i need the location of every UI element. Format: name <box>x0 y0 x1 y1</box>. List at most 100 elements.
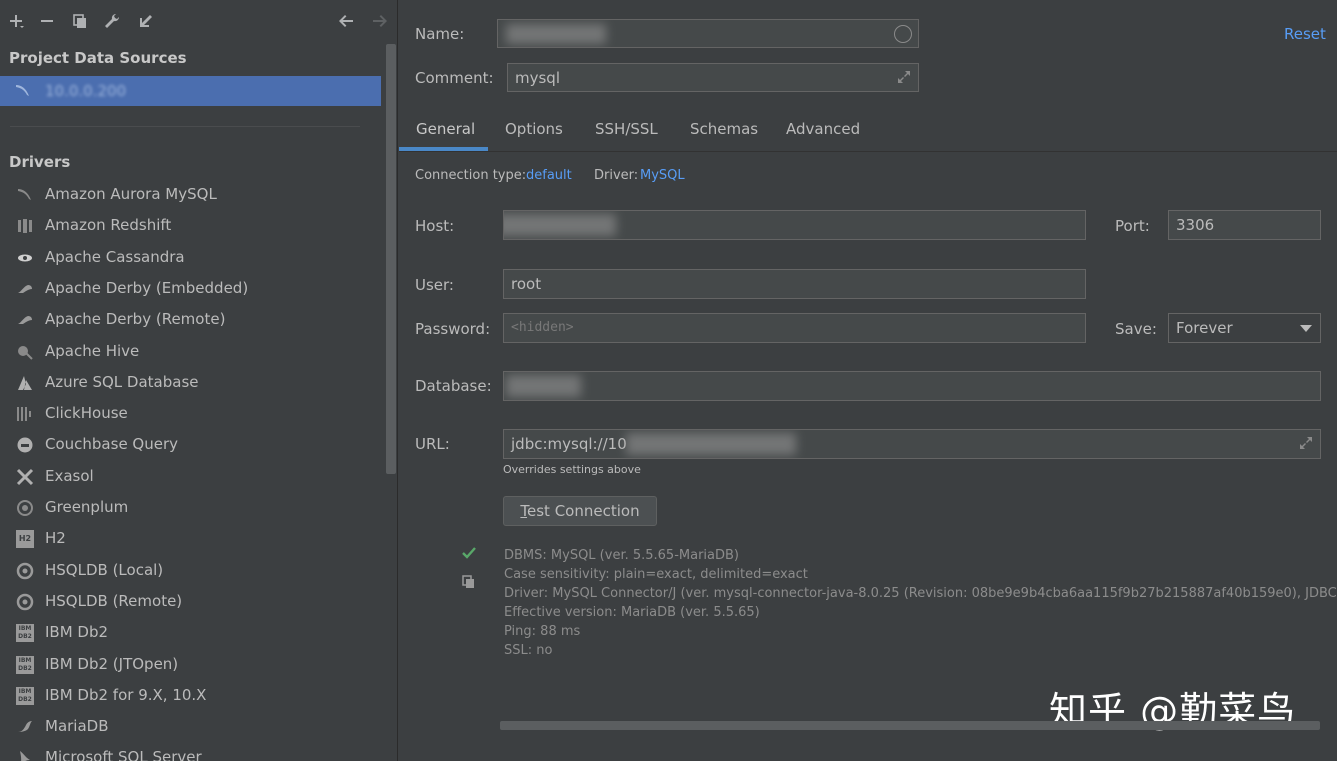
h2-icon: H2 <box>16 530 34 549</box>
driver-item[interactable]: Greenplum <box>0 493 385 524</box>
add-icon[interactable] <box>5 10 27 32</box>
tab-ssh-ssl[interactable]: SSH/SSL <box>595 120 658 138</box>
driver-label: ClickHouse <box>45 404 128 423</box>
data-source-item-selected[interactable]: 10.0.0.200 <box>0 76 381 106</box>
reset-link[interactable]: Reset <box>1284 25 1326 43</box>
expand-icon[interactable] <box>896 69 912 85</box>
horizontal-scrollbar[interactable] <box>500 721 1320 730</box>
driver-label: Couchbase Query <box>45 435 179 454</box>
back-arrow-icon[interactable] <box>335 10 357 32</box>
remove-icon[interactable] <box>36 10 58 32</box>
driver-item[interactable]: Apache Cassandra <box>0 243 385 274</box>
driver-label: Apache Cassandra <box>45 247 185 266</box>
driver-label: H2 <box>45 529 66 548</box>
eye-icon <box>16 249 34 267</box>
host-input[interactable] <box>503 210 1086 240</box>
password-input[interactable]: <hidden> <box>503 313 1086 343</box>
result-line: Driver: MySQL Connector/J (ver. mysql-co… <box>504 586 1337 601</box>
driver-label: IBM Db2 <box>45 623 109 642</box>
driver-item[interactable]: IBM DB2 IBM Db2 for 9.X, 10.X <box>0 681 385 712</box>
divider <box>10 126 360 127</box>
driver-item[interactable]: Exasol <box>0 462 385 493</box>
port-value: 3306 <box>1176 216 1215 234</box>
driver-label: Microsoft SQL Server <box>45 748 202 761</box>
user-label: User: <box>415 276 454 294</box>
driver-item[interactable]: HSQLDB (Local) <box>0 556 385 587</box>
port-input[interactable]: 3306 <box>1168 210 1321 240</box>
result-line: Effective version: MariaDB (ver. 5.5.65) <box>504 605 760 620</box>
sqlserver-icon <box>16 749 34 761</box>
driver-item[interactable]: Microsoft SQL Server <box>0 743 385 761</box>
checkmark-icon <box>461 545 477 561</box>
driver-item[interactable]: Apache Hive <box>0 337 385 368</box>
password-placeholder: <hidden> <box>511 320 574 335</box>
greenplum-icon <box>16 499 34 517</box>
test-connection-label: est Connection <box>527 502 640 520</box>
name-input[interactable] <box>497 19 919 48</box>
driver-item[interactable]: Amazon Aurora MySQL <box>0 180 385 211</box>
connection-type-link[interactable]: default <box>526 168 572 183</box>
dolphin-icon <box>14 82 32 100</box>
duplicate-icon[interactable] <box>69 10 91 32</box>
chevron-down-icon <box>1300 325 1312 332</box>
driver-item[interactable]: MariaDB <box>0 712 385 743</box>
driver-item[interactable]: H2 H2 <box>0 524 385 555</box>
ibm-icon: IBM DB2 <box>16 624 34 643</box>
url-hint: Overrides settings above <box>503 463 641 476</box>
connection-type-label: Connection type: <box>415 168 527 183</box>
driver-link[interactable]: MySQL <box>640 168 685 183</box>
user-input[interactable]: root <box>503 269 1086 299</box>
couchbase-icon <box>16 436 34 454</box>
driver-item[interactable]: ClickHouse <box>0 399 385 430</box>
forward-arrow-icon[interactable] <box>369 10 391 32</box>
vertical-scrollbar[interactable] <box>386 44 396 474</box>
derby-hat-icon <box>16 311 34 329</box>
tab-advanced[interactable]: Advanced <box>786 120 860 138</box>
data-sources-panel: Project Data Sources 10.0.0.200 Drivers … <box>0 0 398 761</box>
azure-icon <box>16 374 34 392</box>
wrench-icon[interactable] <box>101 10 123 32</box>
import-icon[interactable] <box>134 10 156 32</box>
hive-icon <box>16 343 34 361</box>
database-input[interactable] <box>503 371 1321 401</box>
driver-label: IBM Db2 (JTOpen) <box>45 654 179 673</box>
result-line: Ping: 88 ms <box>504 624 581 639</box>
hsqldb-icon <box>16 593 34 611</box>
derby-hat-icon <box>16 280 34 298</box>
hsqldb-icon <box>16 562 34 580</box>
comment-input[interactable]: mysql <box>507 63 919 92</box>
color-picker-icon[interactable] <box>894 25 912 43</box>
project-data-sources-header: Project Data Sources <box>9 49 187 67</box>
driver-item[interactable]: Couchbase Query <box>0 430 385 461</box>
driver-item[interactable]: IBM DB2 IBM Db2 <box>0 618 385 649</box>
save-select[interactable]: Forever <box>1168 313 1321 343</box>
driver-label: IBM Db2 for 9.X, 10.X <box>45 685 207 704</box>
driver-label: Greenplum <box>45 498 129 516</box>
tab-schemas[interactable]: Schemas <box>690 120 758 138</box>
driver-item[interactable]: Apache Derby (Embedded) <box>0 274 385 305</box>
copy-icon[interactable] <box>461 574 477 590</box>
driver-label: Apache Derby (Embedded) <box>45 278 249 297</box>
tab-options[interactable]: Options <box>505 120 563 138</box>
driver-item[interactable]: Amazon Redshift <box>0 211 385 242</box>
driver-label: Driver: <box>594 168 639 183</box>
redacted-database <box>506 375 581 397</box>
driver-label: HSQLDB (Remote) <box>45 591 183 610</box>
test-connection-button[interactable]: Test Connection <box>503 496 657 526</box>
driver-item[interactable]: Apache Derby (Remote) <box>0 305 385 336</box>
driver-label: Exasol <box>45 466 94 485</box>
data-sources-toolbar <box>0 6 398 38</box>
url-input[interactable]: jdbc:mysql://10 <box>503 429 1321 459</box>
save-label: Save: <box>1115 320 1157 338</box>
expand-icon[interactable] <box>1298 435 1314 451</box>
driver-item[interactable]: Azure SQL Database <box>0 368 385 399</box>
redacted-url <box>626 433 796 455</box>
user-value: root <box>511 275 542 293</box>
tab-general[interactable]: General <box>416 120 475 138</box>
driver-item[interactable]: HSQLDB (Remote) <box>0 587 385 618</box>
data-source-label: 10.0.0.200 <box>45 82 127 100</box>
driver-item[interactable]: IBM DB2 IBM Db2 (JTOpen) <box>0 650 385 681</box>
active-tab-indicator <box>399 147 488 151</box>
result-line: SSL: no <box>504 643 553 658</box>
driver-label: Azure SQL Database <box>45 372 199 391</box>
